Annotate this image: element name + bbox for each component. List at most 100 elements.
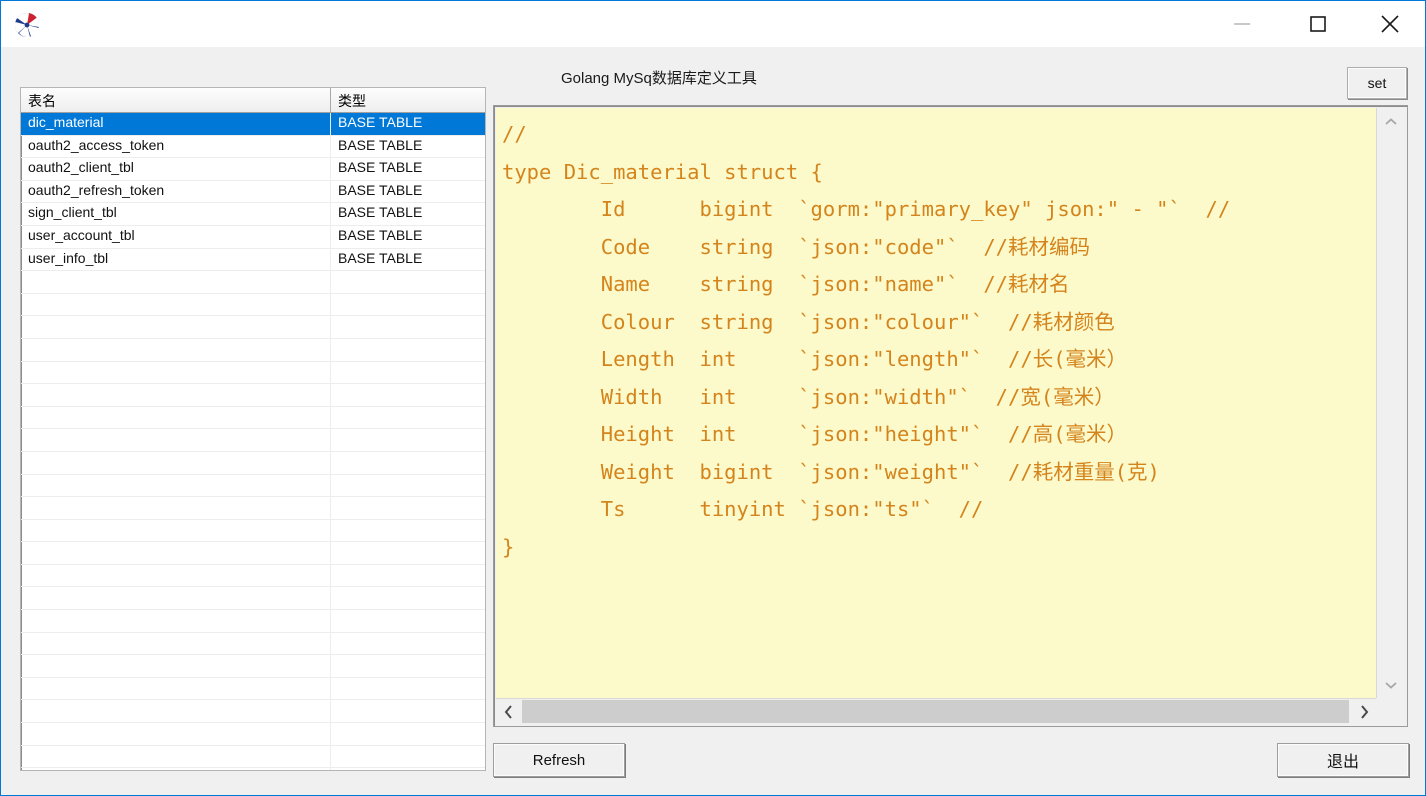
cell-table-type	[331, 655, 485, 677]
cell-table-name: user_info_tbl	[21, 249, 331, 271]
table-row[interactable]	[21, 497, 485, 520]
table-row[interactable]	[21, 316, 485, 339]
table-row[interactable]	[21, 475, 485, 498]
cell-table-type: BASE TABLE	[331, 249, 485, 271]
table-row[interactable]	[21, 429, 485, 452]
column-header-type[interactable]: 类型	[331, 88, 485, 112]
table-row[interactable]: user_account_tblBASE TABLE	[21, 226, 485, 249]
cell-table-type	[331, 768, 485, 771]
close-icon[interactable]	[1367, 1, 1413, 46]
table-row[interactable]	[21, 768, 485, 771]
cell-table-name	[21, 542, 331, 564]
table-row[interactable]	[21, 678, 485, 701]
cell-table-type: BASE TABLE	[331, 158, 485, 180]
cell-table-name	[21, 271, 331, 293]
cell-table-type: BASE TABLE	[331, 136, 485, 158]
code-vertical-scrollbar[interactable]	[1376, 108, 1405, 699]
table-list-panel[interactable]: 表名 类型 dic_materialBASE TABLEoauth2_acces…	[20, 87, 486, 771]
cell-table-name	[21, 294, 331, 316]
cell-table-name	[21, 316, 331, 338]
table-row[interactable]	[21, 362, 485, 385]
column-header-table-name[interactable]: 表名	[21, 88, 331, 112]
cell-table-type	[331, 520, 485, 542]
code-text-area[interactable]: // type Dic_material struct { Id bigint …	[496, 108, 1376, 699]
table-row[interactable]	[21, 339, 485, 362]
cell-table-type	[331, 497, 485, 519]
cell-table-name	[21, 565, 331, 587]
table-row[interactable]	[21, 723, 485, 746]
table-row[interactable]	[21, 587, 485, 610]
cell-table-name	[21, 700, 331, 722]
table-row[interactable]	[21, 407, 485, 430]
chevron-down-icon[interactable]	[1377, 671, 1405, 699]
cell-table-type	[331, 271, 485, 293]
exit-button[interactable]: 退出	[1277, 743, 1409, 777]
cell-table-name	[21, 497, 331, 519]
chevron-left-icon[interactable]	[496, 699, 521, 724]
cell-table-name: oauth2_client_tbl	[21, 158, 331, 180]
cell-table-type	[331, 633, 485, 655]
table-row[interactable]	[21, 633, 485, 656]
cell-table-name	[21, 452, 331, 474]
cell-table-name: sign_client_tbl	[21, 203, 331, 225]
cell-table-name	[21, 723, 331, 745]
cell-table-type: BASE TABLE	[331, 226, 485, 248]
table-row[interactable]	[21, 294, 485, 317]
cell-table-name	[21, 429, 331, 451]
cell-table-type: BASE TABLE	[331, 113, 485, 135]
table-row[interactable]: oauth2_refresh_tokenBASE TABLE	[21, 181, 485, 204]
cell-table-name: oauth2_refresh_token	[21, 181, 331, 203]
cell-table-name	[21, 520, 331, 542]
minimize-icon[interactable]	[1219, 1, 1265, 46]
application-window: Golang MySq数据库定义工具 set 表名 类型 dic_materia…	[0, 0, 1426, 796]
refresh-button[interactable]: Refresh	[493, 743, 625, 777]
table-row[interactable]	[21, 700, 485, 723]
cell-table-type	[331, 746, 485, 768]
table-row[interactable]	[21, 610, 485, 633]
code-horizontal-scrollbar[interactable]	[496, 698, 1376, 724]
table-row[interactable]	[21, 565, 485, 588]
table-row[interactable]: dic_materialBASE TABLE	[21, 113, 485, 136]
table-row[interactable]	[21, 452, 485, 475]
title-bar	[1, 1, 1425, 48]
cell-table-type	[331, 587, 485, 609]
cell-table-name	[21, 610, 331, 632]
cell-table-name	[21, 678, 331, 700]
table-row[interactable]	[21, 271, 485, 294]
chevron-up-icon[interactable]	[1377, 108, 1405, 136]
pinwheel-app-icon	[13, 11, 41, 39]
cell-table-name	[21, 633, 331, 655]
cell-table-type	[331, 429, 485, 451]
cell-table-type	[331, 542, 485, 564]
table-row[interactable]	[21, 655, 485, 678]
cell-table-name	[21, 407, 331, 429]
cell-table-name	[21, 475, 331, 497]
cell-table-type	[331, 700, 485, 722]
horizontal-scrollbar-thumb[interactable]	[522, 700, 1349, 723]
table-row[interactable]: oauth2_access_tokenBASE TABLE	[21, 136, 485, 159]
cell-table-name	[21, 655, 331, 677]
chevron-right-icon[interactable]	[1351, 699, 1376, 724]
table-row[interactable]: user_info_tblBASE TABLE	[21, 249, 485, 272]
cell-table-type	[331, 316, 485, 338]
set-button[interactable]: set	[1347, 67, 1407, 99]
table-row[interactable]	[21, 520, 485, 543]
table-row[interactable]: sign_client_tblBASE TABLE	[21, 203, 485, 226]
table-row[interactable]	[21, 746, 485, 769]
cell-table-name: dic_material	[21, 113, 331, 135]
page-title: Golang MySq数据库定义工具	[561, 67, 757, 88]
cell-table-type	[331, 362, 485, 384]
code-output-panel: // type Dic_material struct { Id bigint …	[493, 105, 1408, 727]
table-row[interactable]: oauth2_client_tblBASE TABLE	[21, 158, 485, 181]
table-row[interactable]	[21, 542, 485, 565]
maximize-icon[interactable]	[1295, 1, 1341, 46]
cell-table-name	[21, 587, 331, 609]
cell-table-type	[331, 452, 485, 474]
cell-table-type	[331, 475, 485, 497]
cell-table-name	[21, 746, 331, 768]
table-row[interactable]	[21, 384, 485, 407]
cell-table-name: oauth2_access_token	[21, 136, 331, 158]
cell-table-name	[21, 362, 331, 384]
cell-table-type	[331, 384, 485, 406]
generated-struct-code: // type Dic_material struct { Id bigint …	[496, 108, 1376, 566]
